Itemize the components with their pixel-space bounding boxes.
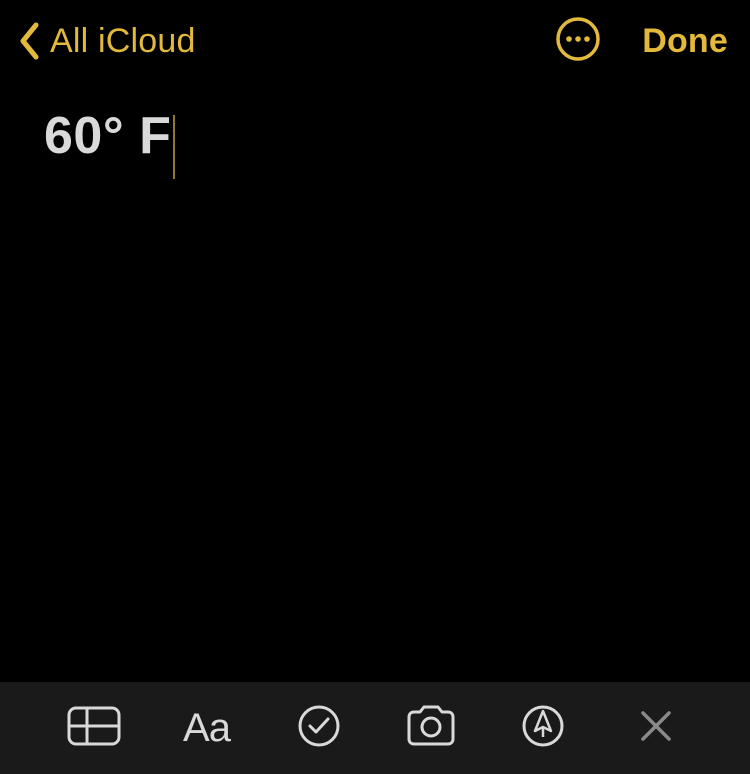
ellipsis-circle-icon — [555, 16, 601, 67]
table-icon — [67, 706, 121, 751]
close-icon — [638, 708, 674, 749]
header-bar: All iCloud Done — [0, 0, 750, 82]
note-title: 60° F — [44, 106, 171, 166]
format-button[interactable]: Aa — [171, 693, 241, 763]
camera-icon — [405, 705, 457, 752]
pen-circle-icon — [521, 704, 565, 753]
done-button[interactable]: Done — [642, 22, 728, 61]
text-format-icon: Aa — [183, 706, 230, 751]
checklist-button[interactable] — [284, 693, 354, 763]
table-button[interactable] — [59, 693, 129, 763]
header-right: Done — [554, 17, 728, 65]
back-button[interactable]: All iCloud — [10, 19, 196, 63]
note-body[interactable]: 60° F — [0, 82, 750, 205]
back-label: All iCloud — [50, 22, 196, 61]
text-cursor — [173, 115, 175, 179]
camera-button[interactable] — [396, 693, 466, 763]
close-button[interactable] — [621, 693, 691, 763]
markup-button[interactable] — [508, 693, 578, 763]
checkmark-circle-icon — [297, 704, 341, 753]
chevron-left-icon — [10, 19, 48, 63]
editor-toolbar: Aa — [0, 682, 750, 774]
more-button[interactable] — [554, 17, 602, 65]
